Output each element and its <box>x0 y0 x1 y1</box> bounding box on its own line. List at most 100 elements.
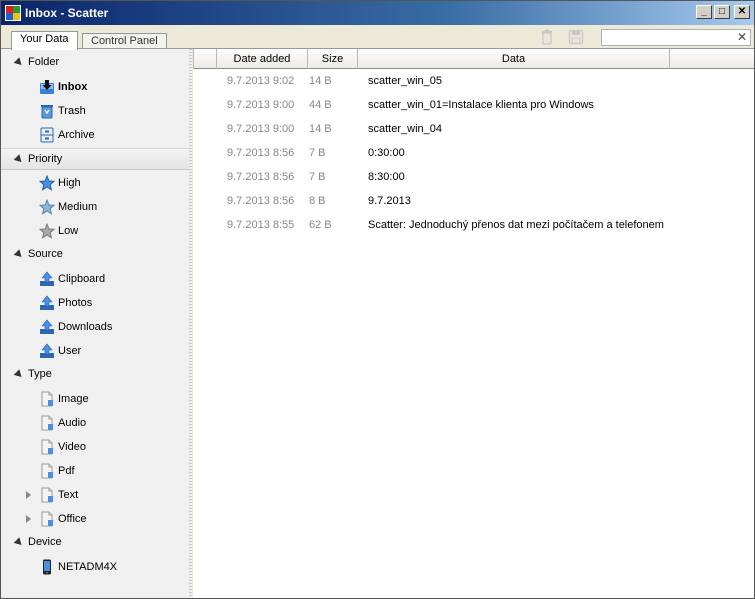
cell-data: 0:30:00 <box>368 147 405 159</box>
sidebar-group-device[interactable]: Device <box>1 532 189 554</box>
sidebar-item-image[interactable]: Image <box>1 388 189 410</box>
sidebar-item-label: Downloads <box>58 321 113 333</box>
cell-data: 8:30:00 <box>368 171 405 183</box>
sidebar-item-label: High <box>58 177 81 189</box>
app-window: Inbox - Scatter _ □ ✕ Your Data Control … <box>0 0 755 599</box>
sidebar-item-label: Pdf <box>58 465 75 477</box>
cell-size: 14 B <box>309 75 332 87</box>
collapse-arrow-icon[interactable] <box>13 249 25 260</box>
column-header-date-added[interactable]: Date added <box>217 49 308 69</box>
cell-date-added: 9.7.2013 9:00 <box>227 99 295 111</box>
sidebar-item-pdf[interactable]: Pdf <box>1 460 189 482</box>
file-icon <box>41 487 53 503</box>
sidebar: Folder Inbox Trash Archive Priority High… <box>1 49 191 598</box>
upload-icon <box>40 295 54 310</box>
group-label: Priority <box>28 153 63 165</box>
star-low-icon <box>39 223 55 239</box>
cell-size: 44 B <box>309 99 332 111</box>
cell-data: scatter_win_04 <box>368 123 442 135</box>
sidebar-item-label: Inbox <box>58 81 88 93</box>
title-bar[interactable]: Inbox - Scatter _ □ ✕ <box>1 1 754 25</box>
table-row[interactable]: 9.7.2013 8:55 62 B Scatter: Jednoduchý p… <box>193 214 754 238</box>
close-button[interactable]: ✕ <box>734 5 750 19</box>
star-medium-icon <box>39 199 55 215</box>
cell-size: 62 B <box>309 219 332 231</box>
cell-size: 7 B <box>309 171 326 183</box>
splitter-handle[interactable] <box>189 49 192 598</box>
sidebar-item-low[interactable]: Low <box>1 220 189 242</box>
column-header-data[interactable]: Data <box>358 49 670 69</box>
sidebar-group-source[interactable]: Source <box>1 244 189 266</box>
window-controls: _ □ ✕ <box>696 5 750 19</box>
expand-arrow-icon[interactable] <box>26 515 31 523</box>
sidebar-item-audio[interactable]: Audio <box>1 412 189 434</box>
sidebar-item-label: Audio <box>58 417 87 429</box>
sidebar-item-label: Archive <box>58 129 95 141</box>
sidebar-group-folder[interactable]: Folder <box>1 52 189 74</box>
sidebar-item-clipboard[interactable]: Clipboard <box>1 268 189 290</box>
sidebar-item-text[interactable]: Text <box>1 484 189 506</box>
cell-date-added: 9.7.2013 8:56 <box>227 195 295 207</box>
sidebar-item-label: Text <box>58 489 79 501</box>
inbox-icon <box>40 80 54 94</box>
cell-date-added: 9.7.2013 9:00 <box>227 123 295 135</box>
window-title: Inbox - Scatter <box>25 6 109 20</box>
collapse-arrow-icon[interactable] <box>13 154 25 165</box>
trash-icon[interactable] <box>539 29 555 45</box>
collapse-arrow-icon[interactable] <box>13 57 25 68</box>
maximize-button[interactable]: □ <box>714 5 730 19</box>
upload-icon <box>40 271 54 286</box>
collapse-arrow-icon[interactable] <box>13 369 25 380</box>
collapse-arrow-icon[interactable] <box>13 537 25 548</box>
sidebar-item-label: Trash <box>58 105 86 117</box>
expand-arrow-icon[interactable] <box>26 491 31 499</box>
table-row[interactable]: 9.7.2013 8:56 8 B 9.7.2013 <box>193 190 754 214</box>
file-icon <box>41 511 53 527</box>
sidebar-item-label: Clipboard <box>58 273 106 285</box>
tab-your-data[interactable]: Your Data <box>11 31 78 50</box>
archive-icon <box>40 127 54 143</box>
sidebar-item-label: Low <box>58 225 79 237</box>
save-icon[interactable] <box>568 29 584 45</box>
search-input[interactable]: ✕ <box>601 29 751 46</box>
table-row[interactable]: 9.7.2013 8:56 7 B 0:30:00 <box>193 142 754 166</box>
tab-control-panel[interactable]: Control Panel <box>82 33 167 49</box>
cell-data: Scatter: Jednoduchý přenos dat mezi počí… <box>368 219 664 231</box>
sidebar-group-type[interactable]: Type <box>1 364 189 386</box>
sidebar-item-trash[interactable]: Trash <box>1 100 189 122</box>
sidebar-item-user[interactable]: User <box>1 340 189 362</box>
sidebar-item-label: Photos <box>58 297 93 309</box>
sidebar-item-label: User <box>58 345 82 357</box>
sidebar-item-netadm4x[interactable]: NETADM4X <box>1 556 189 578</box>
file-icon <box>41 439 53 455</box>
group-label: Device <box>28 536 62 548</box>
clear-search-icon[interactable]: ✕ <box>737 30 747 44</box>
cell-data: scatter_win_05 <box>368 75 442 87</box>
file-icon <box>41 415 53 431</box>
column-header-size[interactable]: Size <box>308 49 358 69</box>
sidebar-item-downloads[interactable]: Downloads <box>1 316 189 338</box>
table-row[interactable]: 9.7.2013 9:02 14 B scatter_win_05 <box>193 70 754 94</box>
cell-size: 7 B <box>309 147 326 159</box>
trash-icon <box>41 105 53 119</box>
sidebar-item-medium[interactable]: Medium <box>1 196 189 218</box>
sidebar-item-office[interactable]: Office <box>1 508 189 530</box>
cell-date-added: 9.7.2013 8:56 <box>227 147 295 159</box>
sidebar-item-label: Medium <box>58 201 98 213</box>
file-icon <box>41 391 53 407</box>
sidebar-item-inbox[interactable]: Inbox <box>1 76 189 98</box>
scatter-app-icon <box>5 5 21 21</box>
cell-date-added: 9.7.2013 8:56 <box>227 171 295 183</box>
sidebar-item-archive[interactable]: Archive <box>1 124 189 146</box>
column-header-spacer <box>193 49 217 69</box>
table-row[interactable]: 9.7.2013 8:56 7 B 8:30:00 <box>193 166 754 190</box>
sidebar-item-photos[interactable]: Photos <box>1 292 189 314</box>
table-row[interactable]: 9.7.2013 9:00 14 B scatter_win_04 <box>193 118 754 142</box>
minimize-button[interactable]: _ <box>696 5 712 19</box>
cell-data: 9.7.2013 <box>368 195 411 207</box>
star-high-icon <box>39 175 55 191</box>
table-row[interactable]: 9.7.2013 9:00 44 B scatter_win_01=Instal… <box>193 94 754 118</box>
sidebar-item-high[interactable]: High <box>1 172 189 194</box>
sidebar-item-video[interactable]: Video <box>1 436 189 458</box>
sidebar-group-priority[interactable]: Priority <box>1 148 189 170</box>
